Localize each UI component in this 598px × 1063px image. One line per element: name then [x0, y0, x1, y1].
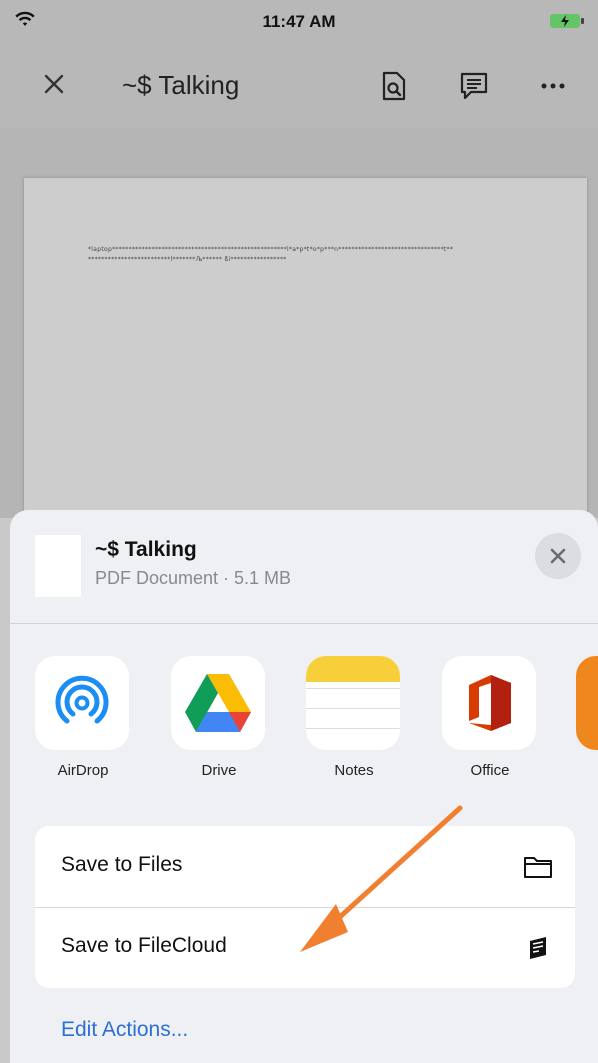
- save-to-filecloud-action[interactable]: Save to FileCloud: [35, 907, 575, 988]
- app-label: AirDrop: [57, 762, 109, 779]
- share-sheet: ~$ Talking PDF Document · 5.1 MB AirDrop: [10, 510, 598, 1063]
- app-partial[interactable]: [576, 656, 598, 750]
- notes-icon: [306, 656, 400, 750]
- edit-actions-link[interactable]: Edit Actions...: [61, 1018, 188, 1042]
- app-airdrop[interactable]: AirDrop: [35, 656, 131, 779]
- app-icon-partial: [576, 656, 598, 750]
- document-thumbnail: [35, 535, 81, 597]
- find-in-document-icon[interactable]: [378, 70, 410, 102]
- share-document-subtitle: PDF Document · 5.1 MB: [95, 568, 292, 588]
- document-title: ~$ Talking: [122, 70, 240, 100]
- action-label: Save to FileCloud: [61, 934, 227, 957]
- document-viewer[interactable]: *laptop*********************************…: [0, 128, 598, 518]
- share-sheet-header: ~$ Talking PDF Document · 5.1 MB: [10, 510, 598, 624]
- share-apps-row: AirDrop Drive Notes Office: [10, 656, 598, 796]
- google-drive-icon: [171, 656, 265, 750]
- comments-icon[interactable]: [458, 70, 490, 102]
- close-icon: [550, 548, 566, 564]
- action-label: Save to Files: [61, 853, 183, 876]
- app-label: Drive: [201, 762, 237, 779]
- folder-icon: [523, 852, 553, 882]
- document-page: *laptop*********************************…: [24, 178, 587, 518]
- filecloud-icon: [523, 933, 553, 963]
- airdrop-icon: [35, 656, 129, 750]
- close-icon[interactable]: [38, 68, 70, 100]
- battery-charging-icon: [550, 14, 584, 28]
- share-document-title: ~$ Talking: [95, 538, 197, 561]
- office-icon: [442, 656, 536, 750]
- document-text-line: *laptop*********************************…: [88, 246, 454, 253]
- app-label: Notes: [334, 762, 374, 779]
- more-options-icon[interactable]: [537, 70, 569, 102]
- share-actions-list: Save to Files Save to FileCloud: [35, 826, 575, 988]
- close-share-sheet-button[interactable]: [535, 533, 581, 579]
- document-text-line: *************************l*******Љ******…: [88, 256, 287, 263]
- save-to-files-action[interactable]: Save to Files: [35, 826, 575, 907]
- app-notes[interactable]: Notes: [306, 656, 402, 779]
- app-label: Office: [470, 762, 510, 779]
- app-drive[interactable]: Drive: [171, 656, 267, 779]
- status-time: 11:47 AM: [262, 12, 336, 31]
- status-bar: 11:47 AM: [0, 0, 598, 38]
- document-nav-bar: ~$ Talking: [0, 38, 598, 129]
- app-office[interactable]: Office: [442, 656, 538, 779]
